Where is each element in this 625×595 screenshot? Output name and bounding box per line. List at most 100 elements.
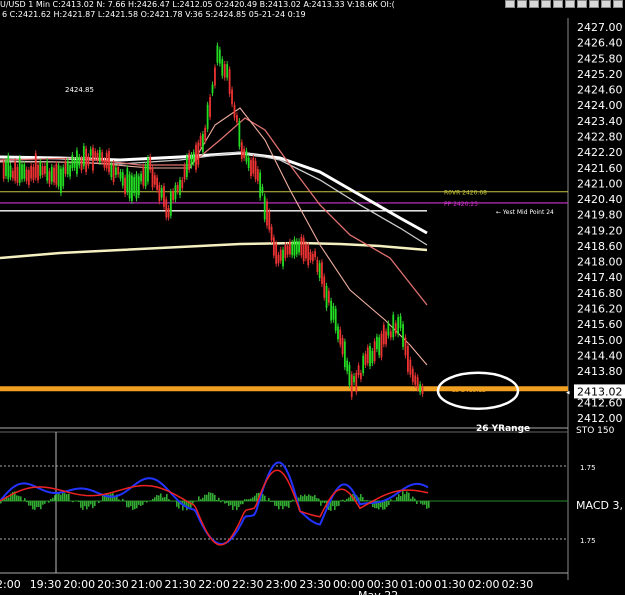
time-tick-label: 22:00 — [198, 578, 230, 591]
candle — [195, 144, 197, 170]
macd-histogram-bar — [262, 494, 264, 501]
candle — [110, 164, 113, 178]
macd-histogram-bar — [234, 501, 236, 507]
candle — [236, 115, 238, 123]
candle — [325, 285, 328, 308]
price-tick-label: 2412.00 — [577, 412, 623, 425]
candle — [108, 150, 110, 173]
price-tick-label: 2422.20 — [577, 146, 623, 159]
macd-histogram-bar — [84, 501, 86, 507]
macd-histogram-bar — [76, 500, 78, 501]
candle — [214, 67, 216, 86]
macd-histogram-bar — [322, 501, 324, 503]
price-tick-label: 2420.40 — [577, 193, 623, 206]
candle — [119, 171, 122, 179]
candle — [359, 372, 362, 380]
macd-histogram-bar — [286, 501, 288, 507]
macd-histogram-bar — [102, 495, 104, 501]
macd-histogram-bar — [342, 499, 344, 501]
candle — [392, 314, 395, 338]
candle — [286, 245, 289, 255]
candle — [140, 173, 142, 182]
time-tick-label: 20:30 — [97, 578, 129, 591]
macd-histogram-bar — [114, 497, 116, 501]
candle — [209, 96, 211, 118]
price-tick-label: 2413.80 — [577, 365, 623, 378]
candle — [348, 364, 351, 386]
candle — [332, 306, 335, 320]
candle — [5, 161, 7, 176]
macd-histogram-bar — [336, 501, 338, 507]
macd-histogram-bar — [44, 501, 46, 504]
macd-histogram-bar — [118, 499, 120, 501]
candle — [64, 161, 67, 174]
candle — [206, 104, 209, 130]
candle — [128, 174, 131, 199]
macd-histogram-bar — [86, 501, 88, 510]
macd-histogram-bar — [276, 501, 278, 507]
candle — [160, 187, 163, 198]
candle — [272, 237, 275, 256]
candle — [172, 190, 175, 201]
macd-histogram-bar — [228, 501, 230, 506]
moving-average — [0, 107, 428, 366]
candle — [16, 167, 19, 183]
candle — [147, 157, 149, 182]
candle — [169, 191, 172, 216]
candle — [183, 165, 186, 180]
macd-histogram-bar — [264, 495, 266, 501]
candle — [57, 165, 60, 187]
macd-histogram-bar — [130, 501, 132, 507]
candle — [126, 168, 129, 193]
macd-histogram-bar — [364, 500, 366, 501]
candle — [371, 350, 374, 364]
macd-histogram-bar — [314, 495, 316, 501]
macd-histogram-bar — [132, 501, 134, 510]
macd-histogram-bar — [302, 496, 304, 501]
candle — [167, 207, 170, 218]
candle — [151, 168, 154, 188]
macd-line — [0, 461, 429, 545]
macd-histogram-bar — [400, 496, 402, 501]
candle — [350, 374, 353, 398]
price-chart[interactable]: 6 C:2421.62 H:2421.87 L:2421.58 O:2421.7… — [0, 0, 625, 595]
macd-histogram-bar — [428, 501, 430, 508]
macd-histogram-bar — [134, 501, 136, 510]
macd-histogram-bar — [222, 500, 224, 501]
candle — [73, 160, 76, 168]
candle — [357, 365, 360, 375]
candle — [27, 170, 30, 185]
macd-histogram-bar — [78, 501, 80, 503]
time-tick-label: 19:30 — [30, 578, 62, 591]
macd-histogram-bar — [204, 494, 206, 501]
candle — [311, 253, 314, 262]
macd-histogram-bar — [284, 501, 286, 507]
candle — [105, 152, 108, 169]
macd-histogram-bar — [28, 501, 30, 506]
candle — [188, 153, 191, 170]
macd-histogram-bar — [128, 501, 130, 508]
macd-histogram-bar — [244, 499, 246, 501]
macd-histogram-bar — [414, 498, 416, 501]
macd-histogram-bar — [8, 497, 10, 501]
macd-histogram-bar — [320, 501, 322, 506]
macd-histogram-bar — [248, 499, 250, 501]
candle — [300, 236, 303, 256]
candle — [376, 336, 378, 350]
candle — [34, 153, 37, 178]
macd-histogram-bar — [168, 499, 170, 501]
macd-histogram-bar — [224, 501, 226, 504]
price-tick-label: 2418.00 — [577, 256, 623, 269]
candle — [259, 172, 262, 198]
macd-histogram-bar — [410, 498, 412, 501]
macd-histogram-bar — [202, 497, 204, 501]
macd-histogram-bar — [20, 496, 22, 501]
candle — [346, 360, 349, 372]
candle — [243, 148, 246, 158]
macd-histogram-bar — [160, 493, 162, 501]
candle — [142, 166, 145, 186]
candle — [181, 180, 184, 189]
candle — [291, 242, 294, 256]
candle — [407, 345, 409, 372]
macd-histogram-bar — [316, 497, 318, 501]
